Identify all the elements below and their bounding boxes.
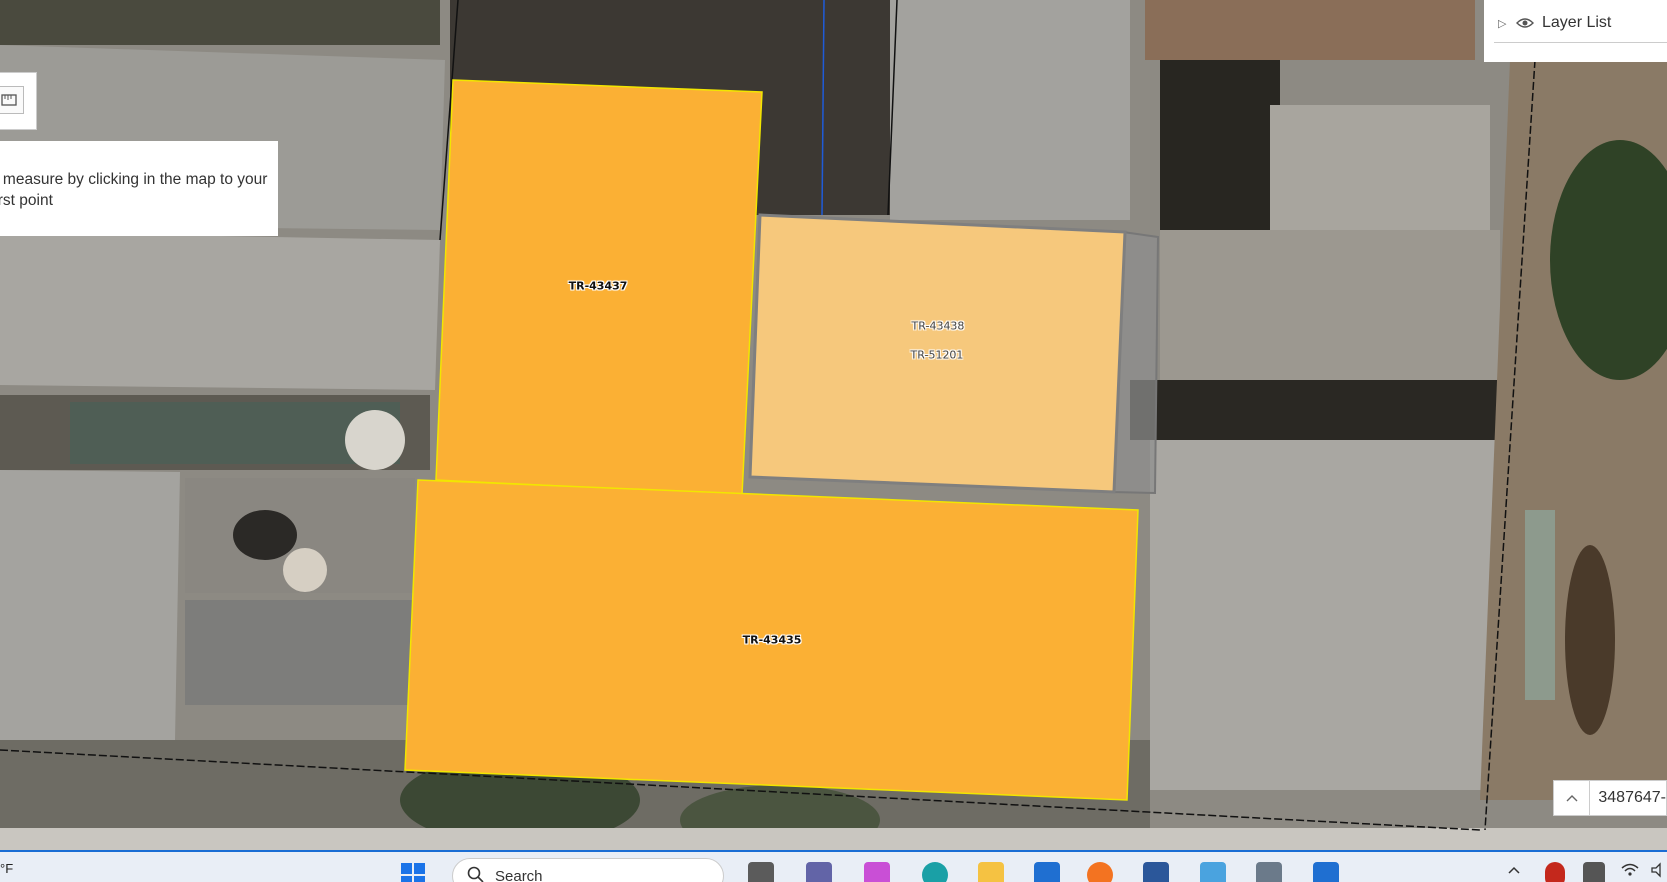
store-icon[interactable]	[1034, 862, 1060, 882]
chevron-up-icon[interactable]	[1506, 862, 1522, 882]
notepad-icon[interactable]	[1200, 862, 1226, 882]
onedrive-icon[interactable]	[1583, 862, 1605, 882]
chevron-up-icon	[1566, 795, 1578, 802]
parcel-label: TR-51201	[910, 348, 964, 362]
task-view-icon[interactable]	[748, 862, 774, 882]
measure-icon	[0, 86, 24, 114]
layer-list-toggle[interactable]: ▷ Layer List	[1494, 4, 1667, 43]
teams-icon[interactable]	[806, 862, 832, 882]
eye-icon	[1516, 18, 1534, 28]
caret-right-icon: ▷	[1498, 17, 1507, 30]
sync-icon[interactable]	[1545, 862, 1565, 882]
expand-button[interactable]	[1554, 781, 1591, 815]
parcel-label: TR-43435	[742, 633, 802, 647]
edge-icon[interactable]	[922, 862, 948, 882]
parcel-label: TR-43437	[568, 279, 628, 293]
map-view[interactable]: TR-43437 TR-43438 TR-51201 TR-43435	[0, 0, 1667, 850]
search-icon	[467, 866, 484, 882]
firefox-icon[interactable]	[1087, 862, 1113, 882]
coordinate-value: 3487647-	[1598, 789, 1666, 806]
copilot-icon[interactable]	[864, 862, 890, 882]
windows-start-icon[interactable]	[400, 862, 426, 882]
aerial-imagery	[0, 0, 1667, 850]
layer-list-panel: ▷ Layer List	[1484, 0, 1667, 62]
volume-icon[interactable]	[1650, 862, 1667, 882]
measure-instructions: o measure by clicking in the map to your…	[0, 141, 278, 236]
weather-widget[interactable]: °F	[0, 861, 13, 876]
taskbar: °F Search	[0, 850, 1667, 882]
wifi-icon[interactable]	[1620, 862, 1640, 882]
parcel-label: TR-43438	[911, 319, 965, 333]
measure-hint-text: o measure by clicking in the map to your…	[0, 171, 268, 209]
coordinate-readout: 3487647-	[1553, 780, 1667, 816]
app-icon[interactable]	[1313, 862, 1339, 882]
measure-tool-button[interactable]	[0, 72, 37, 130]
search-label: Search	[495, 868, 543, 882]
taskbar-search[interactable]: Search	[452, 858, 724, 882]
word-icon[interactable]	[1143, 862, 1169, 882]
calculator-icon[interactable]	[1256, 862, 1282, 882]
file-explorer-icon[interactable]	[978, 862, 1004, 882]
layer-list-label: Layer List	[1542, 14, 1612, 31]
